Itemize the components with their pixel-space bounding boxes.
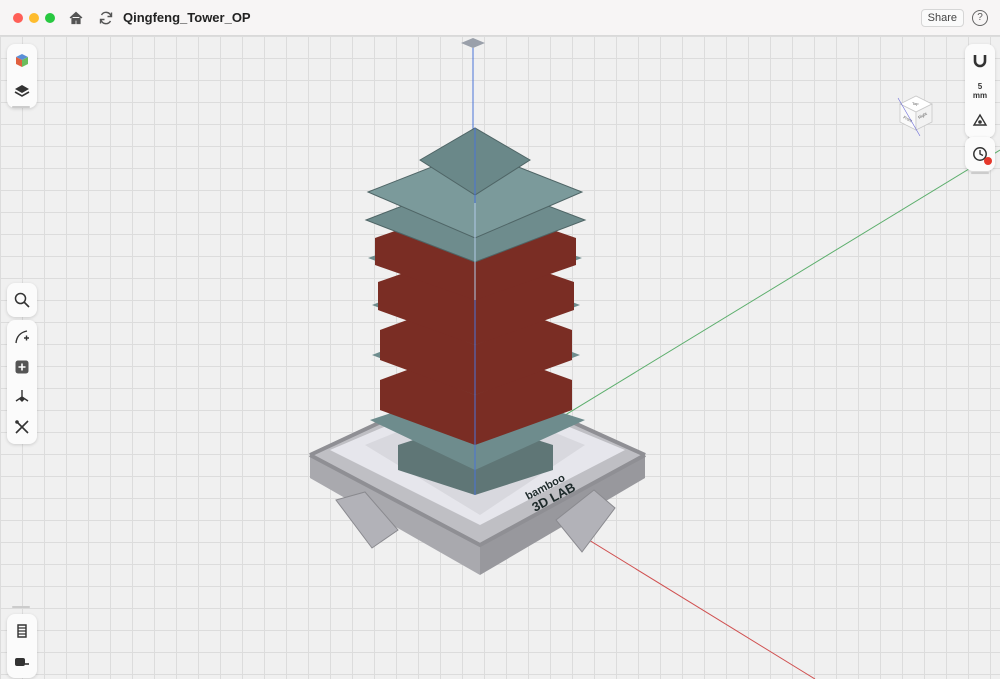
- snap-button[interactable]: [967, 48, 993, 74]
- view-cube[interactable]: Top Front Right: [892, 92, 936, 136]
- cube-color-icon: [16, 54, 28, 67]
- magnet-icon: [973, 55, 987, 68]
- title-bar: Qingfeng_Tower_OP Share ?: [0, 0, 1000, 36]
- left-bottom-divider: [12, 606, 30, 608]
- search-button[interactable]: [9, 287, 35, 313]
- slice-icon: [17, 624, 27, 638]
- origin-button[interactable]: [967, 108, 993, 134]
- objects-button[interactable]: [9, 48, 35, 74]
- sync-icon: [99, 11, 113, 25]
- unit-value: 5: [977, 82, 983, 91]
- origin-icon: [972, 113, 988, 126]
- history-panel: [965, 137, 995, 171]
- axis-top-marker: [461, 38, 485, 48]
- close-window-button[interactable]: [13, 13, 23, 23]
- add-box-icon: [15, 360, 29, 374]
- left-tools-panel: [7, 320, 37, 444]
- right-toolbar: 5 mm: [965, 44, 995, 138]
- history-alert-badge: [984, 157, 992, 165]
- right-divider: [971, 172, 989, 174]
- unit-label: mm: [972, 91, 988, 100]
- add-primitive-button[interactable]: [9, 354, 35, 380]
- unit-mm: 5 mm: [973, 82, 987, 100]
- sketch-button[interactable]: [9, 324, 35, 350]
- layers-icon: [14, 85, 30, 97]
- left-top-toolbar: [7, 44, 37, 108]
- slice-button[interactable]: [9, 618, 35, 644]
- measure-button[interactable]: [9, 648, 35, 674]
- home-button[interactable]: [65, 7, 87, 29]
- minimize-window-button[interactable]: [29, 13, 39, 23]
- measure-tape-icon: [15, 658, 29, 666]
- curve-add-icon: [15, 330, 29, 344]
- maximize-window-button[interactable]: [45, 13, 55, 23]
- layers-button[interactable]: [9, 78, 35, 104]
- left-top-divider: [12, 106, 30, 108]
- help-button[interactable]: ?: [972, 10, 988, 26]
- unit-selector[interactable]: 5 mm: [967, 78, 993, 104]
- sync-button[interactable]: [95, 7, 117, 29]
- search-icon: [14, 292, 30, 308]
- transform-icon: [15, 390, 29, 402]
- app-window: Qingfeng_Tower_OP Share ? bamboo 3D LAB …: [0, 0, 1000, 679]
- scene-canvas: bamboo 3D LAB: [309, 38, 1000, 679]
- transform-button[interactable]: [9, 384, 35, 410]
- tools-icon: [15, 420, 29, 434]
- share-button[interactable]: Share: [920, 9, 964, 27]
- home-icon: [69, 11, 83, 25]
- left-bottom-toolbar: [7, 614, 37, 678]
- tools-button[interactable]: [9, 414, 35, 440]
- cube-top-label: Top: [912, 101, 919, 106]
- 3d-viewport[interactable]: bamboo 3D LAB Top Front Right: [0, 36, 1000, 679]
- history-button[interactable]: [967, 141, 993, 167]
- search-panel: [7, 283, 37, 317]
- document-title: Qingfeng_Tower_OP: [123, 10, 251, 25]
